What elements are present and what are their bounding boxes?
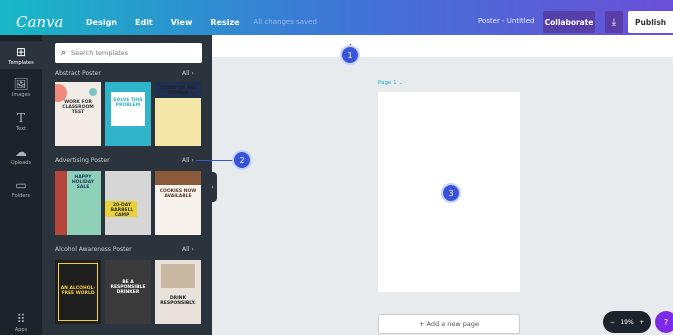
rail-item-uploads[interactable]: ☁ Uploads [0, 145, 42, 166]
search-box[interactable]: ⌕ [55, 43, 202, 63]
callout-line [196, 160, 234, 161]
rail-label: Templates [8, 60, 34, 66]
add-page-button[interactable]: + Add a new page [378, 314, 520, 334]
search-icon: ⌕ [61, 48, 67, 58]
callout-3: 3 [441, 183, 461, 203]
template-thumb[interactable]: STORY OF ALL WOMEN [155, 82, 201, 146]
thumb-text: WORK FOR CLASSROOM TEST [62, 100, 94, 116]
thumb-decoration [155, 171, 201, 185]
side-rail: ⊞ Templates 🖼 Images T Text ☁ Uploads ▭ … [0, 35, 42, 335]
rail-item-text[interactable]: T Text [0, 111, 42, 132]
apps-icon: ⠿ [16, 312, 26, 326]
rail-label: Text [15, 126, 27, 132]
section-title-alcohol: Alcohol Awareness Poster [55, 246, 132, 253]
thumb-text: AN ALCOHOL-FREE WORLD [60, 286, 96, 297]
publish-button[interactable]: Publish ⌄ [628, 11, 673, 33]
section-title-abstract: Abstract Poster [55, 70, 101, 77]
template-thumb[interactable]: AN ALCOHOL-FREE WORLD [55, 260, 101, 324]
upload-icon: ☁ [15, 145, 27, 159]
section-title-advertising: Advertising Poster [55, 157, 110, 164]
template-thumb[interactable]: HAPPY HOLIDAY SALE [55, 171, 101, 235]
all-link-label: All [182, 157, 190, 164]
thumb-text: SOLVE THIS PROBLEM [113, 98, 143, 109]
menu-edit[interactable]: Edit [135, 18, 153, 27]
template-thumb[interactable]: BE A RESPONSIBLE DRINKER [105, 260, 151, 324]
template-thumb[interactable]: 20-DAY BARBELL CAMP [105, 171, 151, 235]
collaborate-button[interactable]: Collaborate [543, 11, 595, 33]
thumb-text: HAPPY HOLIDAY SALE [71, 175, 95, 191]
zoom-value: 19% [620, 318, 634, 326]
all-link-label: All [182, 70, 190, 77]
thumb-decoration [161, 264, 195, 288]
templates-icon: ⊞ [15, 45, 27, 59]
menu-design[interactable]: Design [86, 18, 117, 27]
text-icon: T [16, 111, 25, 125]
rail-item-folders[interactable]: ▭ Folders [0, 178, 42, 199]
download-button[interactable]: ⤓ [605, 11, 623, 33]
thumb-text: 20-DAY BARBELL CAMP [110, 203, 134, 219]
rail-label: Apps [14, 327, 28, 333]
thumb-text: COOKIES NOW AVAILABLE [159, 189, 197, 200]
canva-logo[interactable]: Canva [16, 13, 68, 31]
zoom-out-button[interactable]: − [610, 319, 615, 326]
rail-item-apps[interactable]: ⠿ Apps [0, 312, 42, 333]
rail-label: Folders [11, 193, 31, 199]
help-button[interactable]: ? [655, 311, 673, 333]
thumb-decoration [55, 171, 67, 235]
zoom-control[interactable]: − 19% + [603, 311, 651, 333]
thumb-text: DRINK RESPONSIBLY. [160, 296, 196, 307]
menu-view[interactable]: View [171, 18, 193, 27]
section-all-alcohol[interactable]: All › [182, 246, 194, 253]
zoom-in-button[interactable]: + [639, 319, 644, 326]
template-thumb[interactable]: WORK FOR CLASSROOM TEST [55, 82, 101, 146]
folder-icon: ▭ [15, 178, 27, 192]
thumb-decoration [89, 88, 97, 96]
rail-label: Uploads [10, 160, 32, 166]
canvas-toolbar [212, 35, 673, 57]
page-label[interactable]: Page 1 ⌄ [378, 80, 403, 86]
templates-panel: ⌕ Abstract Poster All › WORK FOR CLASSRO… [42, 35, 212, 335]
rail-item-images[interactable]: 🖼 Images [0, 77, 42, 98]
publish-label: Publish [635, 17, 667, 27]
callout-2: 2 [232, 150, 252, 170]
document-title[interactable]: Poster - Untitled [478, 17, 535, 25]
callout-1: 1 [340, 45, 360, 65]
image-icon: 🖼 [13, 77, 29, 91]
all-link-label: All [182, 246, 190, 253]
section-all-advertising[interactable]: All › [182, 157, 194, 164]
download-icon: ⤓ [611, 16, 617, 28]
search-input[interactable] [71, 49, 192, 57]
thumb-text: STORY OF ALL WOMEN [160, 86, 196, 97]
page-label-text: Page 1 [378, 80, 397, 86]
save-status: All changes saved [253, 18, 317, 26]
menu-resize[interactable]: Resize [210, 18, 239, 27]
rail-item-templates[interactable]: ⊞ Templates [0, 41, 42, 69]
collapse-panel-button[interactable]: ‹ [208, 172, 217, 202]
thumb-text: BE A RESPONSIBLE DRINKER [110, 280, 146, 296]
rail-label: Images [11, 92, 31, 98]
section-all-abstract[interactable]: All › [182, 70, 194, 77]
template-thumb[interactable]: DRINK RESPONSIBLY. [155, 260, 201, 324]
template-thumb[interactable]: COOKIES NOW AVAILABLE [155, 171, 201, 235]
chevron-left-icon: ‹ [211, 183, 214, 191]
template-thumb[interactable]: SOLVE THIS PROBLEM [105, 82, 151, 146]
